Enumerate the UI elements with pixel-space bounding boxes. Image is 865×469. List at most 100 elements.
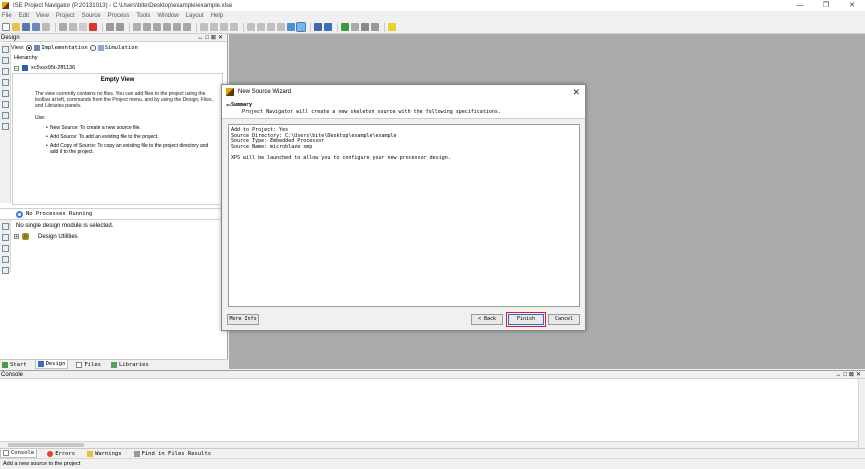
design-summary-icon[interactable] [287, 23, 295, 31]
cut-icon[interactable] [59, 23, 67, 31]
simulation-radio[interactable] [89, 44, 96, 51]
rerun-icon[interactable] [351, 23, 359, 31]
toolbar-separator [55, 22, 56, 32]
add-copy-source-icon[interactable] [2, 68, 9, 75]
lightbulb-icon[interactable] [388, 23, 396, 31]
tab-files[interactable]: Files [74, 360, 103, 369]
tab-design[interactable]: Design [34, 360, 69, 369]
tab-start[interactable]: Start [0, 360, 29, 369]
menu-source[interactable]: Source [82, 13, 101, 19]
maximize-button[interactable]: ❐ [813, 0, 839, 11]
console-panel-controls[interactable]: ↔□⊠✕ [835, 371, 863, 378]
toolbar-separator [102, 22, 103, 32]
back-button[interactable]: < Back [471, 314, 503, 325]
wand-icon[interactable] [371, 23, 379, 31]
tab-console[interactable]: Console [0, 449, 38, 458]
process-tool-icon[interactable] [2, 256, 9, 263]
delete-icon[interactable] [89, 23, 97, 31]
save-icon[interactable] [22, 23, 30, 31]
process-properties-icon[interactable] [2, 267, 9, 274]
tab-warnings[interactable]: Warnings [85, 449, 124, 458]
processes-status: No Processes Running [26, 211, 93, 217]
design-utilities-item[interactable]: + Design Utilities [14, 233, 78, 240]
remove-icon[interactable] [2, 79, 9, 86]
menu-help[interactable]: Help [211, 13, 223, 19]
zoom-fit-icon[interactable] [163, 23, 171, 31]
scrollbar-thumb[interactable] [8, 443, 84, 447]
menu-project[interactable]: Project [56, 13, 75, 19]
minimize-button[interactable]: — [787, 0, 813, 11]
empty-view-text: The view currently contains no files. Yo… [35, 91, 213, 110]
zoom-in-icon[interactable] [143, 23, 151, 31]
help-icon[interactable] [324, 23, 332, 31]
panel-toggle-icon[interactable] [247, 23, 255, 31]
run-icon[interactable] [341, 23, 349, 31]
panel-toggle-icon[interactable] [277, 23, 285, 31]
ise-logo-icon [2, 2, 9, 9]
key-icon[interactable] [314, 23, 322, 31]
save-all-icon[interactable] [32, 23, 40, 31]
redo-icon[interactable] [116, 23, 124, 31]
menu-window[interactable]: Window [157, 13, 178, 19]
language-templates-icon[interactable] [296, 22, 306, 32]
find-icon[interactable] [133, 23, 141, 31]
toolbar [0, 21, 865, 34]
undo-icon[interactable] [106, 23, 114, 31]
window-close-all-icon[interactable] [230, 23, 238, 31]
zoom-select-icon[interactable] [173, 23, 181, 31]
collapse-icon[interactable]: − [14, 65, 19, 71]
tab-libraries[interactable]: Libraries [109, 360, 151, 369]
process-tool-icon[interactable] [2, 234, 9, 241]
tab-errors-label: Errors [55, 450, 76, 457]
zoom-out-icon[interactable] [153, 23, 161, 31]
list-item: Add Copy of Source: To copy an existing … [46, 143, 216, 155]
panel-controls[interactable]: ↔□⊠✕ [197, 34, 225, 41]
menu-edit[interactable]: Edit [19, 13, 29, 19]
tab-errors[interactable]: Errors [45, 449, 77, 458]
open-folder-icon[interactable] [12, 23, 20, 31]
view-hdl-icon[interactable] [2, 112, 9, 119]
open-icon[interactable] [2, 101, 9, 108]
new-file-icon[interactable] [2, 23, 10, 31]
panel-toggle-icon[interactable] [257, 23, 265, 31]
copy-icon[interactable] [69, 23, 77, 31]
properties-icon[interactable] [2, 90, 9, 97]
menu-file[interactable]: File [2, 13, 12, 19]
window-tile-icon[interactable] [200, 23, 208, 31]
console-title: Console [1, 371, 24, 378]
menu-tools[interactable]: Tools [136, 13, 150, 19]
paste-icon[interactable] [79, 23, 87, 31]
finish-button[interactable]: Finish [506, 312, 546, 327]
print-icon[interactable] [42, 23, 50, 31]
console-horizontal-scrollbar[interactable] [0, 441, 858, 448]
cancel-button[interactable]: Cancel [548, 314, 580, 325]
more-info-button[interactable]: More Info [227, 314, 259, 325]
dialog-close-button[interactable]: ✕ [572, 87, 580, 98]
device-tree-item[interactable]: − xc5vsx95t-2ff1136 [14, 65, 75, 71]
add-source-icon[interactable] [2, 57, 9, 64]
edit-icon[interactable] [2, 123, 9, 130]
panel-toggle-icon[interactable] [267, 23, 275, 31]
close-window-button[interactable]: ✕ [839, 0, 865, 11]
expand-icon[interactable]: + [14, 234, 19, 240]
new-source-icon[interactable] [2, 46, 9, 53]
menu-layout[interactable]: Layout [186, 13, 204, 19]
menu-process[interactable]: Process [108, 13, 130, 19]
processes-side-toolbar [0, 220, 11, 274]
window-split-icon[interactable] [220, 23, 228, 31]
warning-icon [87, 450, 94, 457]
process-tool-icon[interactable] [2, 245, 9, 252]
tab-files-label: Files [84, 361, 101, 368]
status-bar: Add a new source to the project [0, 458, 865, 469]
console-vertical-scrollbar[interactable] [858, 379, 865, 449]
implementation-radio[interactable] [26, 44, 33, 51]
run-process-icon[interactable] [2, 223, 9, 230]
tab-find-results[interactable]: Find in Files Results [132, 449, 214, 458]
zoom-full-icon[interactable] [183, 23, 191, 31]
toolbar-separator [310, 22, 311, 32]
menu-view[interactable]: View [36, 13, 49, 19]
tools-icon[interactable] [361, 23, 369, 31]
window-cascade-icon[interactable] [210, 23, 218, 31]
summary-note: XPS will be launched to allow you to con… [231, 154, 451, 161]
summary-text-area[interactable]: Add to Project: Yes Source Directory: C:… [228, 124, 580, 307]
